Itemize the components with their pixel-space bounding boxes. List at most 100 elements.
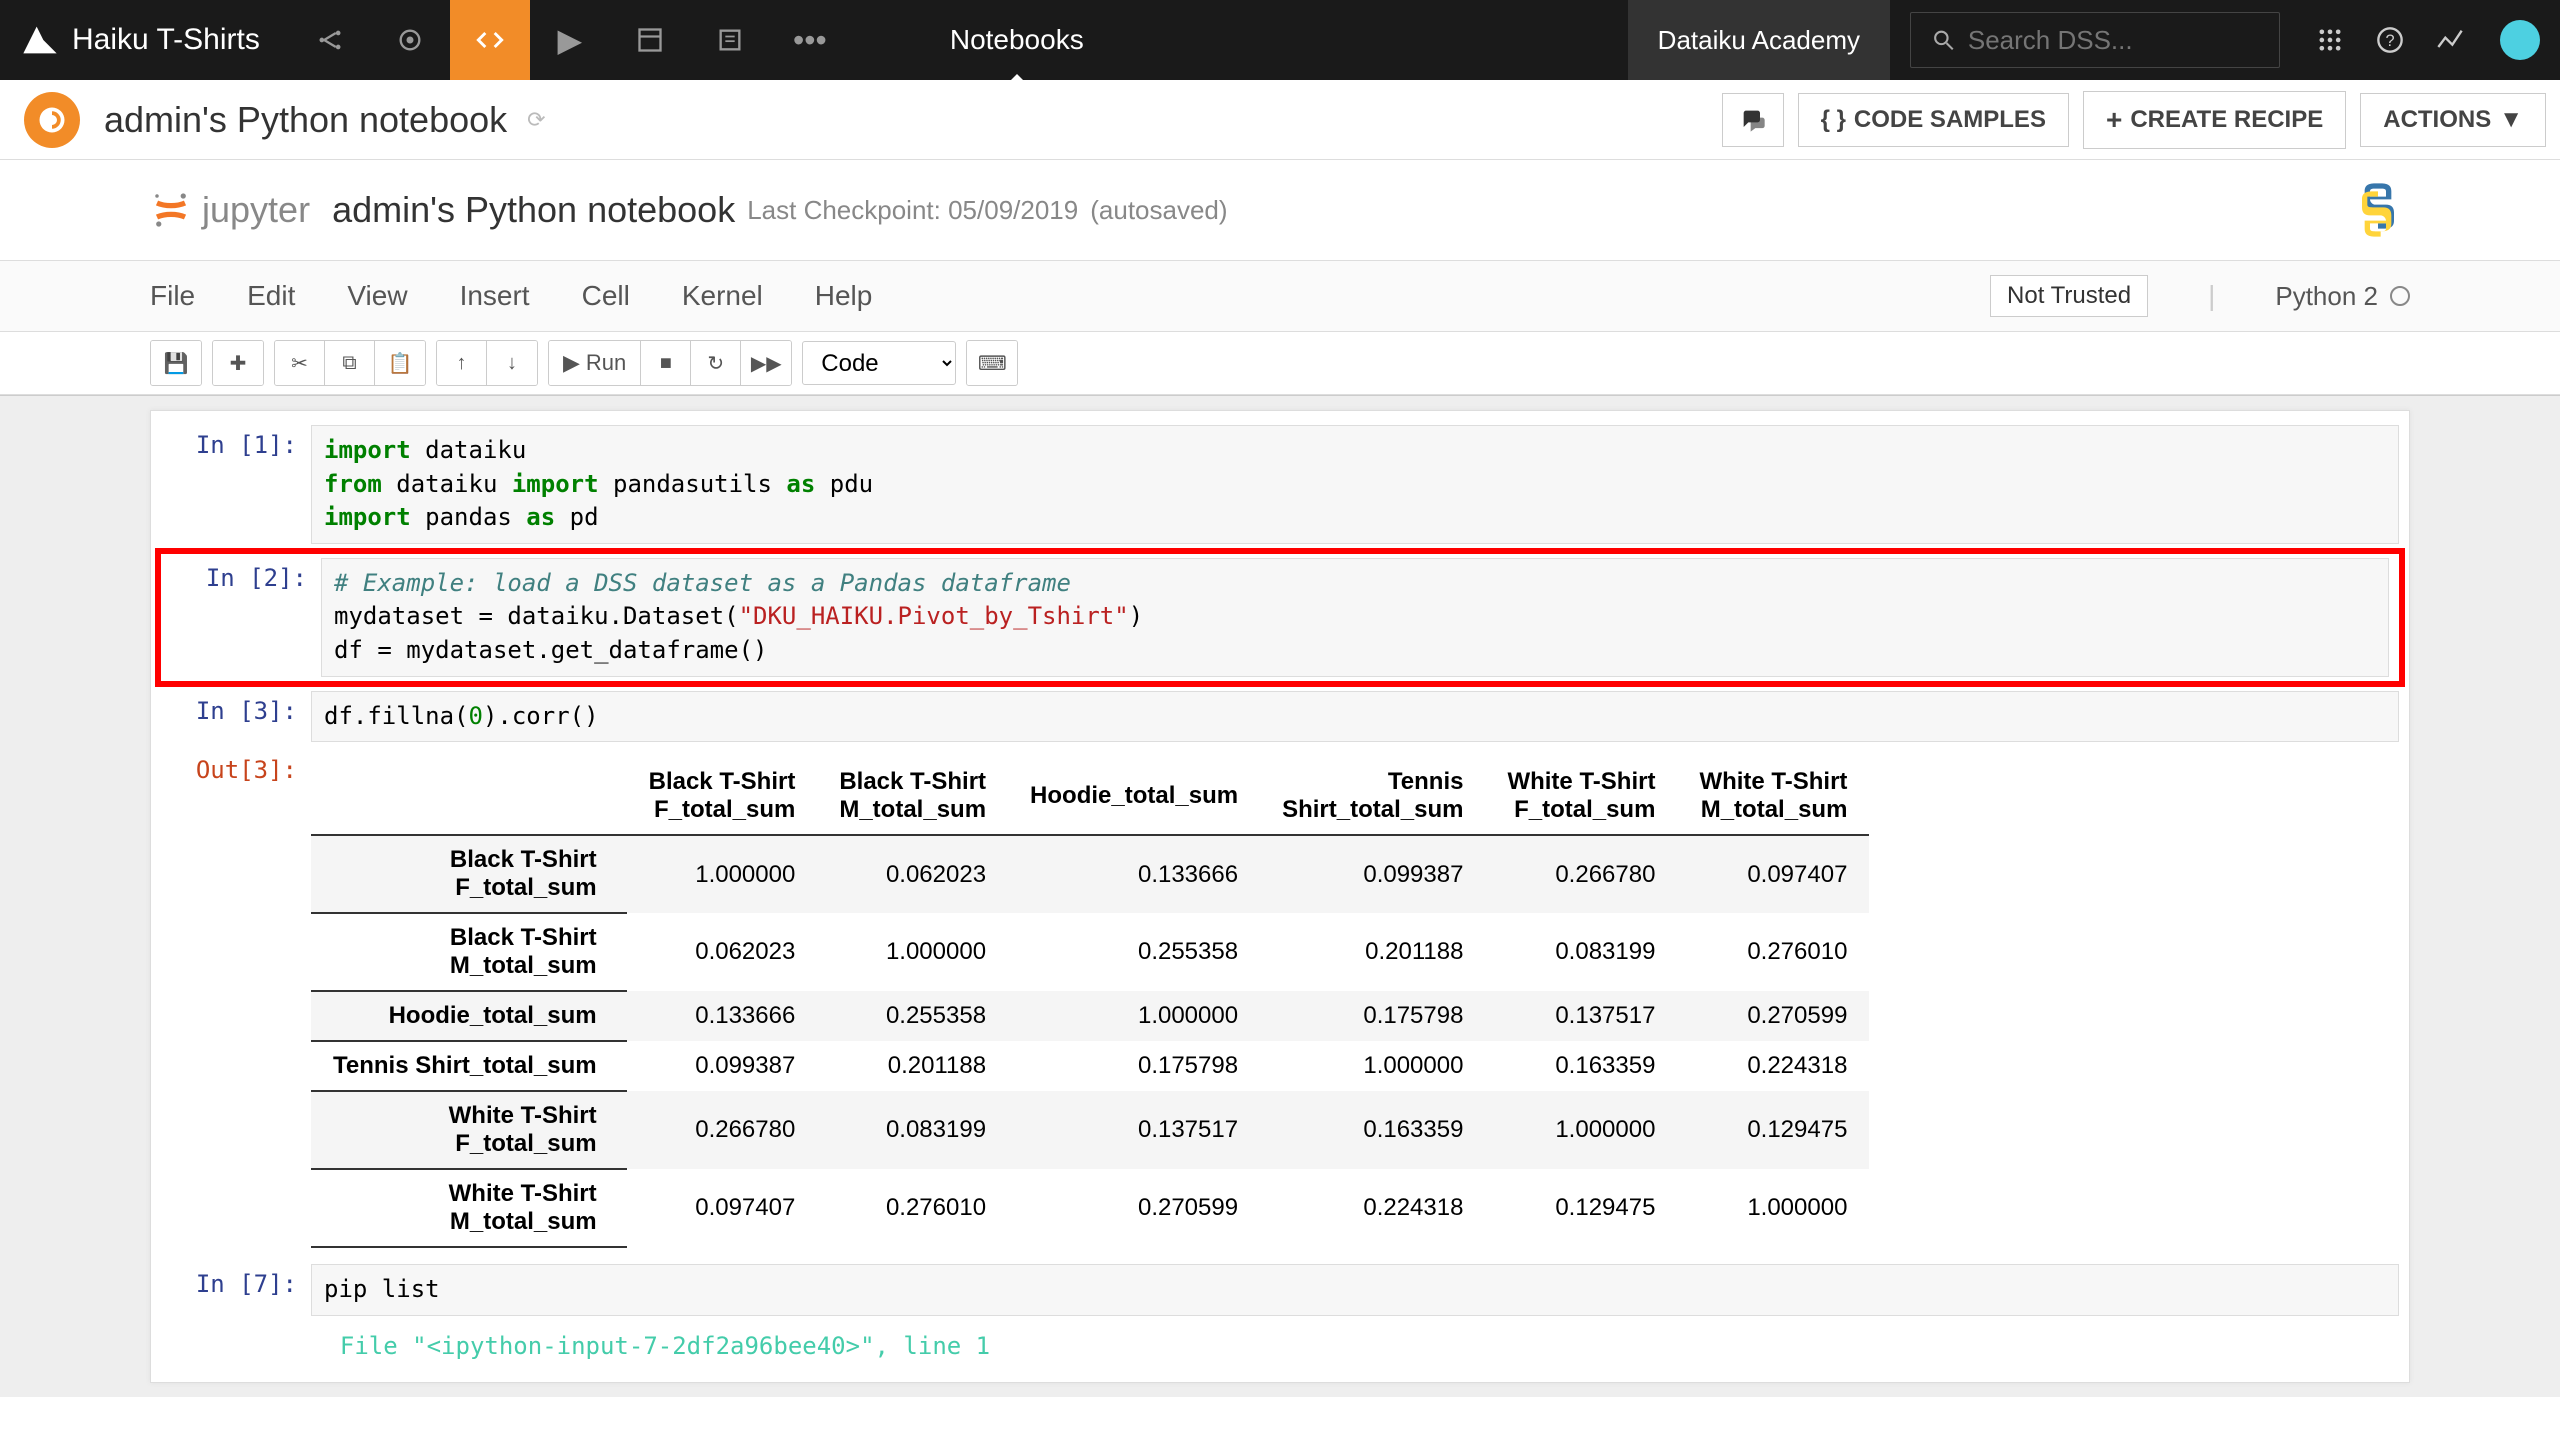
cell-input[interactable]: import dataiku from dataiku import panda… bbox=[311, 425, 2399, 544]
flow-icon[interactable] bbox=[290, 0, 370, 80]
prompt: In [2]: bbox=[171, 558, 321, 677]
wiki-icon[interactable] bbox=[690, 0, 770, 80]
col-header: TennisShirt_total_sum bbox=[1260, 758, 1485, 835]
academy-button[interactable]: Dataiku Academy bbox=[1628, 0, 1890, 80]
code-cell-3[interactable]: In [3]: df.fillna(0).corr() bbox=[151, 687, 2409, 747]
activity-icon[interactable] bbox=[2420, 0, 2480, 80]
search-input[interactable] bbox=[1968, 25, 2259, 56]
cell-value: 0.201188 bbox=[1260, 913, 1485, 991]
notebook-body: In [1]: import dataiku from dataiku impo… bbox=[0, 395, 2560, 1397]
chat-icon bbox=[1739, 106, 1767, 134]
section-title[interactable]: Notebooks bbox=[920, 4, 1114, 76]
copy-button[interactable]: ⧉ bbox=[325, 341, 375, 385]
notebook-icon bbox=[24, 92, 80, 148]
col-header: White T-ShirtF_total_sum bbox=[1485, 758, 1677, 835]
cell-value: 1.000000 bbox=[627, 835, 818, 913]
cell-input[interactable]: df.fillna(0).corr() bbox=[311, 691, 2399, 743]
menu-view[interactable]: View bbox=[347, 280, 407, 312]
cell-type-select[interactable]: Code bbox=[802, 341, 956, 385]
cut-button[interactable]: ✂ bbox=[275, 341, 325, 385]
cell-value: 0.097407 bbox=[627, 1169, 818, 1247]
table-row: Hoodie_total_sum0.1336660.2553581.000000… bbox=[311, 991, 1869, 1041]
col-header: White T-ShirtM_total_sum bbox=[1677, 758, 1869, 835]
menu-kernel[interactable]: Kernel bbox=[682, 280, 763, 312]
run-all-button[interactable]: ▶▶ bbox=[741, 341, 791, 385]
cell-value: 0.137517 bbox=[1485, 991, 1677, 1041]
jupyter-bar: jupyter admin's Python notebook Last Che… bbox=[0, 160, 2560, 260]
cell-value: 0.276010 bbox=[817, 1169, 1008, 1247]
menu-file[interactable]: File bbox=[150, 280, 195, 312]
dataframe-table: Black T-ShirtF_total_sum Black T-ShirtM_t… bbox=[311, 758, 1869, 1248]
apps-icon[interactable] bbox=[2300, 0, 2360, 80]
table-row: Tennis Shirt_total_sum0.0993870.2011880.… bbox=[311, 1041, 1869, 1091]
dashboard-icon[interactable] bbox=[610, 0, 690, 80]
jupyter-logo[interactable]: jupyter bbox=[150, 189, 310, 231]
page-header: admin's Python notebook ⟳ { }CODE SAMPLE… bbox=[0, 80, 2560, 160]
code-cell-7[interactable]: In [7]: pip list bbox=[151, 1260, 2409, 1320]
table-row: White T-ShirtF_total_sum0.2667800.083199… bbox=[311, 1091, 1869, 1169]
stop-button[interactable]: ■ bbox=[641, 341, 691, 385]
python-logo-icon bbox=[2346, 178, 2410, 242]
cell-value: 1.000000 bbox=[1485, 1091, 1677, 1169]
menu-insert[interactable]: Insert bbox=[460, 280, 530, 312]
top-nav: Haiku T-Shirts ▶ ••• Notebooks bbox=[0, 0, 2560, 80]
refresh-icon[interactable]: ⟳ bbox=[527, 107, 545, 133]
discuss-button[interactable] bbox=[1722, 93, 1784, 147]
code-icon[interactable] bbox=[450, 0, 530, 80]
cell-value: 0.133666 bbox=[627, 991, 818, 1041]
col-header: Black T-ShirtM_total_sum bbox=[817, 758, 1008, 835]
row-header: Hoodie_total_sum bbox=[311, 991, 627, 1041]
cell-value: 0.266780 bbox=[1485, 835, 1677, 913]
cell-input[interactable]: pip list bbox=[311, 1264, 2399, 1316]
menu-bar: File Edit View Insert Cell Kernel Help N… bbox=[0, 260, 2560, 332]
toolbar: 💾 ✚ ✂ ⧉ 📋 ↑ ↓ ▶ Run ■ ↻ ▶▶ Code ⌨ bbox=[0, 332, 2560, 395]
cell-value: 0.175798 bbox=[1008, 1041, 1260, 1091]
restart-button[interactable]: ↻ bbox=[691, 341, 741, 385]
row-header: White T-ShirtF_total_sum bbox=[311, 1091, 627, 1169]
kernel-indicator[interactable]: Python 2 bbox=[2275, 281, 2410, 312]
save-button[interactable]: 💾 bbox=[151, 341, 201, 385]
prompt: In [3]: bbox=[161, 691, 311, 743]
more-icon[interactable]: ••• bbox=[770, 0, 850, 80]
dataiku-logo[interactable] bbox=[20, 20, 60, 60]
code-cell-1[interactable]: In [1]: import dataiku from dataiku impo… bbox=[151, 421, 2409, 548]
table-row: White T-ShirtM_total_sum0.0974070.276010… bbox=[311, 1169, 1869, 1247]
cell-value: 0.224318 bbox=[1260, 1169, 1485, 1247]
create-recipe-button[interactable]: +CREATE RECIPE bbox=[2083, 91, 2346, 149]
datasets-icon[interactable] bbox=[370, 0, 450, 80]
notebook-title[interactable]: admin's Python notebook bbox=[332, 189, 735, 231]
row-header: Tennis Shirt_total_sum bbox=[311, 1041, 627, 1091]
menu-help[interactable]: Help bbox=[815, 280, 873, 312]
prompt: In [7]: bbox=[161, 1264, 311, 1316]
user-avatar[interactable] bbox=[2500, 20, 2540, 60]
code-samples-button[interactable]: { }CODE SAMPLES bbox=[1798, 93, 2069, 147]
command-palette-button[interactable]: ⌨ bbox=[967, 341, 1017, 385]
run-icon[interactable]: ▶ bbox=[530, 0, 610, 80]
row-header: Black T-ShirtF_total_sum bbox=[311, 835, 627, 913]
prompt bbox=[161, 1324, 311, 1368]
cell-output: File "<ipython-input-7-2df2a96bee40>", l… bbox=[311, 1324, 2399, 1368]
move-up-button[interactable]: ↑ bbox=[437, 341, 487, 385]
cell-value: 0.175798 bbox=[1260, 991, 1485, 1041]
project-name[interactable]: Haiku T-Shirts bbox=[72, 23, 260, 57]
cell-value: 0.270599 bbox=[1677, 991, 1869, 1041]
run-button[interactable]: ▶ Run bbox=[549, 341, 641, 385]
search-box[interactable] bbox=[1910, 12, 2280, 68]
trusted-button[interactable]: Not Trusted bbox=[1990, 275, 2148, 317]
insert-cell-button[interactable]: ✚ bbox=[213, 341, 263, 385]
actions-button[interactable]: ACTIONS ▼ bbox=[2360, 93, 2546, 147]
cell-value: 0.083199 bbox=[1485, 913, 1677, 991]
move-down-button[interactable]: ↓ bbox=[487, 341, 537, 385]
cell-input[interactable]: # Example: load a DSS dataset as a Panda… bbox=[321, 558, 2389, 677]
cell-value: 0.129475 bbox=[1485, 1169, 1677, 1247]
svg-text:?: ? bbox=[2385, 32, 2394, 50]
cell-value: 0.129475 bbox=[1677, 1091, 1869, 1169]
cell-value: 0.099387 bbox=[1260, 835, 1485, 913]
menu-cell[interactable]: Cell bbox=[582, 280, 630, 312]
paste-button[interactable]: 📋 bbox=[375, 341, 425, 385]
cell-value: 1.000000 bbox=[1260, 1041, 1485, 1091]
checkpoint-text: Last Checkpoint: 05/09/2019 bbox=[747, 195, 1078, 226]
menu-edit[interactable]: Edit bbox=[247, 280, 295, 312]
code-cell-2[interactable]: In [2]: # Example: load a DSS dataset as… bbox=[155, 548, 2405, 687]
help-icon[interactable]: ? bbox=[2360, 0, 2420, 80]
